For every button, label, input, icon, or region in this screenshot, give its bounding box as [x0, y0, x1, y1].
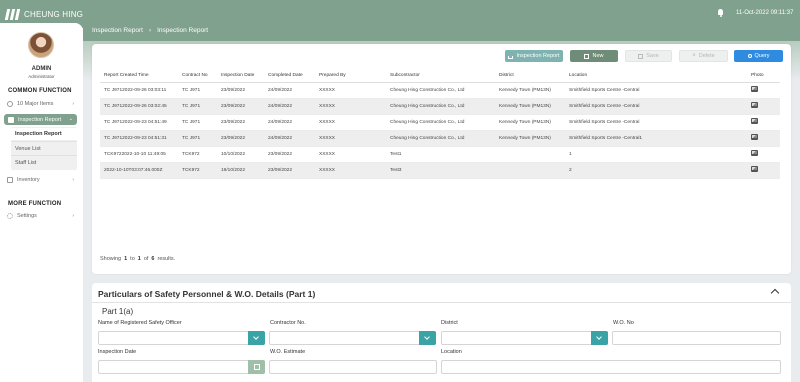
table-row[interactable]: TC J9712022-09-26 03:03:11 TC J971 23/09/2… [100, 82, 780, 99]
photo-icon[interactable] [751, 86, 758, 92]
table-row[interactable]: TC J9712022-09-23 04:51:31 TC J971 23/09/2… [100, 130, 780, 147]
photo-icon[interactable] [751, 134, 758, 140]
breadcrumb: Inspection Report › Inspection Report [92, 27, 208, 34]
location-label: Location [441, 349, 462, 355]
bell-icon[interactable] [717, 9, 724, 17]
sidebar-item-label: 10 Major Items [17, 101, 54, 107]
avatar[interactable] [28, 32, 54, 58]
inspection-date-input[interactable] [98, 360, 265, 374]
sidebar-item-label: Settings [17, 213, 37, 219]
sidebar-item-inspection-report[interactable]: Inspection Report ⌄ [4, 114, 77, 125]
breadcrumb-current: Inspection Report [157, 27, 209, 34]
chevron-right-icon: › [72, 101, 74, 107]
sidebar-item-settings[interactable]: Settings › [7, 211, 78, 221]
photo-icon[interactable] [751, 150, 758, 156]
location-input[interactable] [441, 360, 781, 374]
logo-icon [4, 8, 21, 20]
table-row[interactable]: 2022-10-10T03:07:46.000Z TCK972 19/10/2022… [100, 162, 780, 179]
section-title: Part 1(a) [102, 307, 134, 316]
table-header-row: Report Created Time Contract No Inspecti… [100, 70, 780, 83]
delete-button[interactable]: × Delete [679, 50, 728, 62]
sidebar-subitem-staff-list[interactable]: Staff List [15, 160, 36, 166]
save-icon [638, 53, 644, 59]
wo-estimate-label: W.O. Estimate [270, 349, 306, 355]
breadcrumb-root[interactable]: Inspection Report [92, 27, 143, 34]
district-label: District [441, 320, 458, 326]
calendar-icon[interactable] [248, 360, 265, 374]
rso-name-label: Name of Registered Safety Officer [98, 320, 182, 326]
chevron-down-icon[interactable] [419, 331, 436, 345]
wo-estimate-input[interactable] [269, 360, 437, 374]
photo-icon[interactable] [751, 118, 758, 124]
close-icon: × [692, 52, 696, 59]
column-header[interactable]: District [495, 70, 565, 83]
chevron-right-icon: › [72, 213, 74, 219]
new-icon [584, 53, 590, 59]
wo-no-input[interactable] [612, 331, 781, 345]
more-function-title: MORE FUNCTION [8, 201, 62, 207]
gear-icon [7, 213, 13, 219]
document-icon [8, 116, 14, 123]
report-table: Report Created Time Contract No Inspecti… [100, 70, 780, 179]
contractor-no-label: Contractor No. [270, 320, 306, 326]
datetime: 11-Oct-2022 09:11:37 [736, 10, 794, 16]
sidebar-item-label: Inspection Report [18, 116, 62, 123]
query-button[interactable]: Query [734, 50, 783, 62]
chevron-right-icon: › [72, 177, 74, 183]
rso-name-select[interactable] [98, 331, 265, 345]
column-header[interactable]: Subcontractor [386, 70, 495, 83]
common-function-title: COMMON FUNCTION [8, 88, 72, 94]
contractor-no-select[interactable] [269, 331, 436, 345]
chevron-down-icon[interactable] [591, 331, 608, 345]
column-header[interactable]: Completed Date [264, 70, 315, 83]
user-name: ADMIN [31, 66, 52, 72]
table-row[interactable]: TCK9722022-10-10 11:49:05 TCK972 10/10/202… [100, 146, 780, 163]
chevron-down-icon[interactable] [248, 331, 265, 345]
column-header[interactable]: Photo [747, 70, 780, 83]
app-title: CHEUNG HING [24, 9, 84, 19]
column-header[interactable]: Inspection Date [217, 70, 264, 83]
photo-icon[interactable] [751, 102, 758, 108]
column-header[interactable]: Location [565, 70, 747, 83]
photo-icon[interactable] [751, 166, 758, 172]
sidebar-item-inventory[interactable]: Inventory › [7, 175, 78, 185]
sidebar-item-10-major-items[interactable]: 10 Major Items › [7, 99, 78, 109]
user-role: Administrator [28, 74, 55, 79]
details-title: Particulars of Safety Personnel & W.O. D… [98, 289, 316, 299]
sidebar-item-label: Inventory [17, 177, 40, 183]
column-header[interactable]: Contract No [178, 70, 217, 83]
sidebar-subitem-venue-list[interactable]: Venue List [15, 146, 41, 152]
column-header[interactable]: Prepared By [315, 70, 386, 83]
wo-no-label: W.O. No [613, 320, 634, 326]
search-icon [747, 54, 752, 58]
clock-icon [7, 101, 13, 107]
save-button[interactable]: Save [625, 50, 672, 62]
pagination-summary: Showing 1 to 1 of 6 results. [100, 256, 176, 262]
new-button[interactable]: New [570, 50, 618, 62]
breadcrumb-separator: › [148, 27, 152, 34]
sidebar-subitem-inspection-report[interactable]: Inspection Report [11, 128, 77, 140]
inspection-report-button[interactable]: Inspection Report [505, 50, 563, 62]
district-select[interactable] [441, 331, 608, 345]
column-header[interactable]: Report Created Time [100, 70, 178, 83]
box-icon [7, 177, 13, 183]
inspection-date-label: Inspection Date [98, 349, 137, 355]
chevron-down-icon: ⌄ [68, 116, 73, 122]
upload-icon [508, 55, 514, 59]
table-row[interactable]: TC J9712022-09-23 04:51:49 TC J971 23/09/2… [100, 114, 780, 131]
table-row[interactable]: TC J9712022-09-26 03:02:45 TC J971 23/09/2… [100, 98, 780, 115]
